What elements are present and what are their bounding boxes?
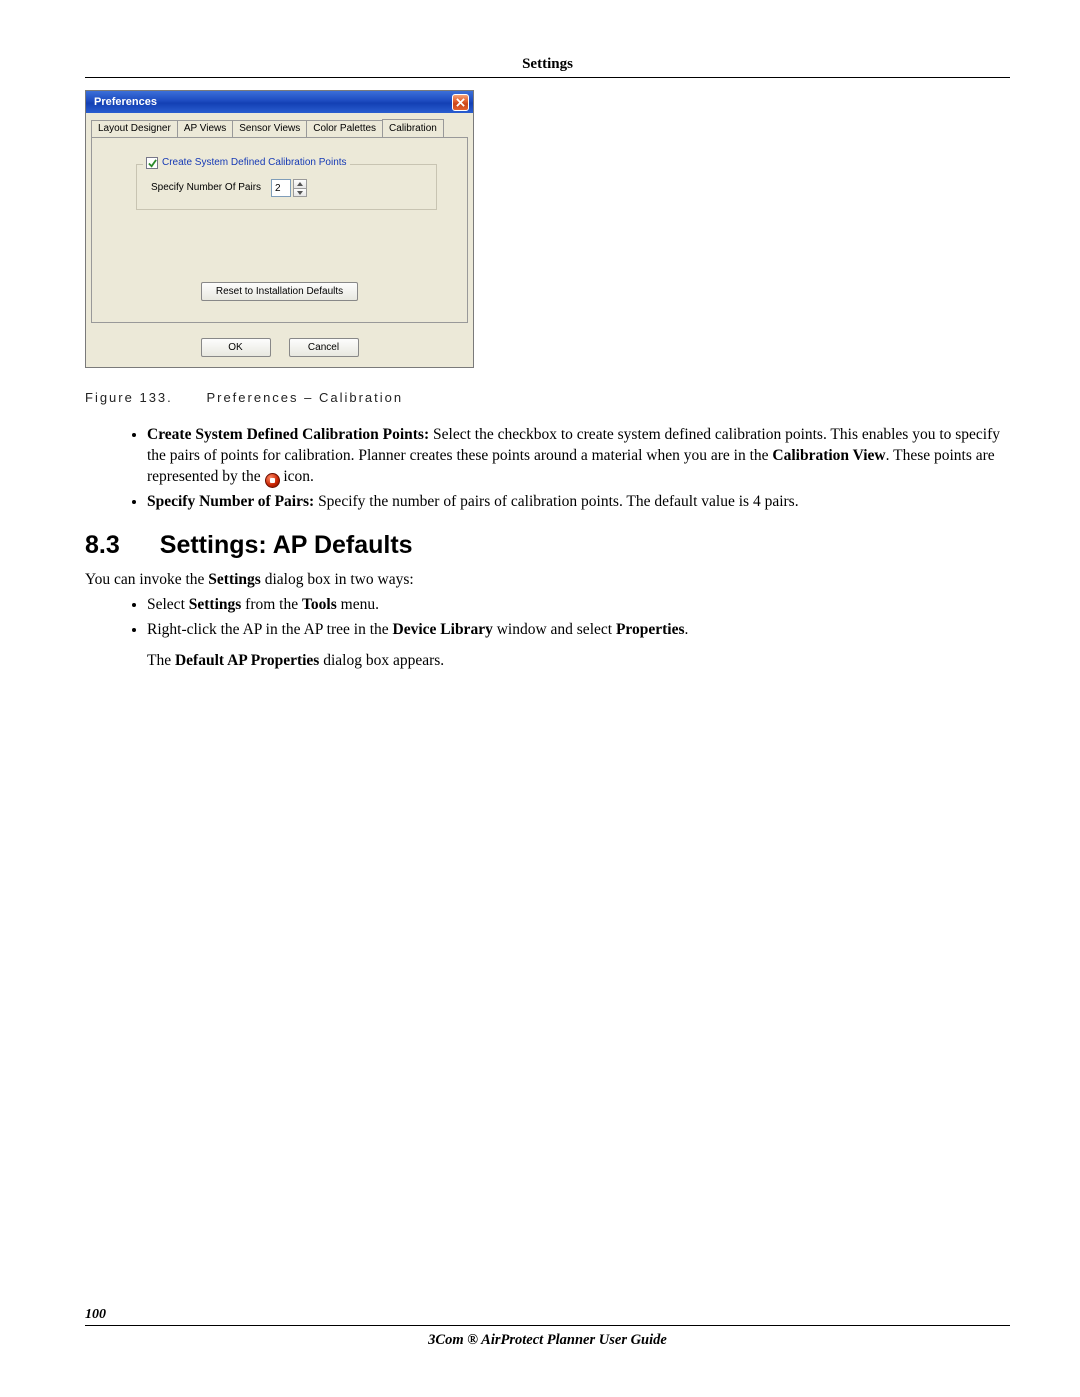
pairs-spinner[interactable] [271, 179, 307, 197]
preferences-dialog: Preferences Layout Designer AP Views Sen… [85, 90, 474, 368]
tab-color-palettes[interactable]: Color Palettes [306, 120, 383, 138]
intro-paragraph: You can invoke the Settings dialog box i… [85, 570, 1010, 591]
ok-button[interactable]: OK [201, 338, 271, 357]
figure-caption-text: Preferences – Calibration [206, 390, 403, 405]
footer-title: 3Com ® AirProtect Planner User Guide [85, 1332, 1010, 1349]
page-number: 100 [85, 1307, 1010, 1323]
pairs-input[interactable] [271, 179, 291, 197]
list-item: Right-click the AP in the AP tree in the… [147, 620, 1010, 641]
b1-strong: Create System Defined Calibration Points… [147, 426, 429, 443]
tab-ap-views[interactable]: AP Views [177, 120, 233, 138]
bullet-list-1: Create System Defined Calibration Points… [147, 425, 1010, 513]
calibration-groupbox: Create System Defined Calibration Points… [136, 164, 437, 210]
list-item: Create System Defined Calibration Points… [147, 425, 1010, 488]
dialog-title: Preferences [94, 97, 157, 108]
tabstrip: Layout Designer AP Views Sensor Views Co… [86, 113, 473, 137]
list-item: Specify Number of Pairs: Specify the num… [147, 492, 1010, 513]
section-title: Settings: AP Defaults [160, 531, 413, 560]
cancel-button[interactable]: Cancel [289, 338, 359, 357]
figure-number: Figure 133. [85, 390, 173, 405]
tab-calibration[interactable]: Calibration [382, 119, 444, 137]
tab-layout-designer[interactable]: Layout Designer [91, 120, 178, 138]
reset-defaults-button[interactable]: Reset to Installation Defaults [201, 282, 358, 301]
chevron-down-icon[interactable] [293, 188, 307, 197]
groupbox-legend-text: Create System Defined Calibration Points [162, 158, 347, 168]
calibration-point-icon [265, 473, 280, 488]
pairs-field-row: Specify Number Of Pairs [151, 179, 426, 197]
pairs-label: Specify Number Of Pairs [151, 183, 261, 193]
tab-sensor-views[interactable]: Sensor Views [232, 120, 307, 138]
b1-tail: icon. [280, 468, 314, 485]
spin-buttons [293, 179, 307, 197]
footer-rule [85, 1325, 1010, 1326]
closing-paragraph: The Default AP Properties dialog box app… [147, 651, 1010, 672]
close-icon[interactable] [452, 94, 469, 111]
header-rule [85, 77, 1010, 78]
page-footer: 100 3Com ® AirProtect Planner User Guide [85, 1307, 1010, 1349]
b2-strong: Specify Number of Pairs: [147, 493, 314, 510]
figure-caption: Figure 133. Preferences – Calibration [85, 390, 1010, 405]
b2-rest: Specify the number of pairs of calibrati… [314, 493, 798, 510]
section-number: 8.3 [85, 531, 120, 560]
section-heading: 8.3 Settings: AP Defaults [85, 531, 1010, 560]
bullet-list-2: Select Settings from the Tools menu. Rig… [147, 595, 1010, 641]
list-item: Select Settings from the Tools menu. [147, 595, 1010, 616]
b1-inline-strong: Calibration View [772, 447, 885, 464]
dialog-button-row: OK Cancel [86, 328, 473, 367]
groupbox-legend: Create System Defined Calibration Points [143, 157, 350, 169]
chevron-up-icon[interactable] [293, 179, 307, 188]
titlebar: Preferences [86, 91, 473, 113]
tab-panel: Create System Defined Calibration Points… [91, 137, 468, 323]
page-header: Settings [85, 56, 1010, 73]
create-points-checkbox[interactable] [146, 157, 158, 169]
